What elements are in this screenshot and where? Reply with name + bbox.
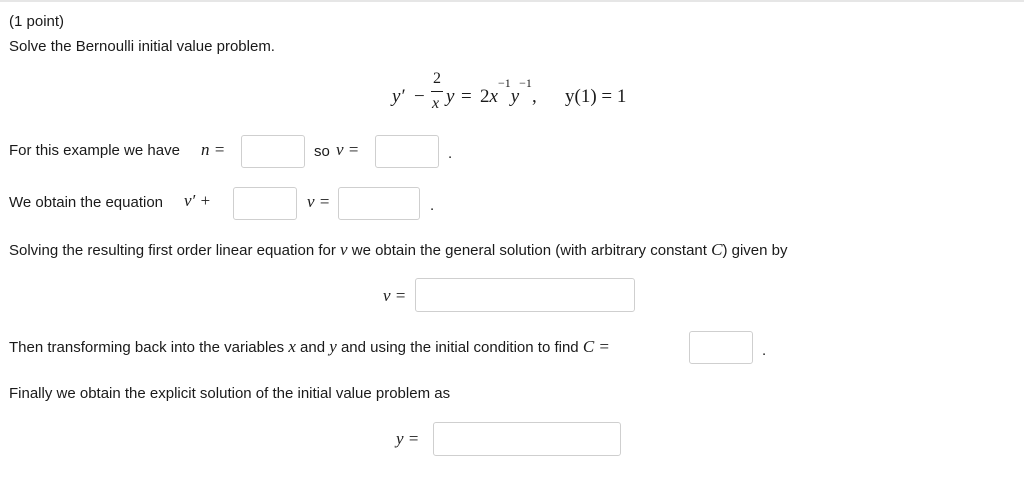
eq-exp1: −1: [497, 75, 511, 90]
eq-y: y: [446, 86, 455, 107]
explicit-solution-input[interactable]: [433, 422, 621, 456]
c-equals-symbol: C =: [582, 337, 610, 356]
eq-x: x: [489, 86, 498, 107]
transform-text-2: and using the initial condition to find: [340, 339, 579, 356]
general-c-symbol: C: [711, 240, 723, 259]
so-text: so: [314, 143, 330, 160]
final-text: Finally we obtain the explicit solution …: [9, 385, 451, 402]
initial-condition: y(1) = 1: [565, 86, 627, 107]
eq-comma: ,: [531, 86, 537, 107]
final-y-equals: y =: [396, 429, 420, 448]
problem-instruction: Solve the Bernoulli initial value proble…: [9, 38, 275, 55]
general-text-1: Solving the resulting first order linear…: [9, 242, 336, 259]
transform-text-1: Then transforming back into the variable…: [9, 339, 285, 356]
general-text-2: we obtain the general solution (with arb…: [351, 242, 707, 259]
eq-line-period: .: [430, 197, 435, 214]
eq-equals: =: [461, 86, 472, 107]
v-equals-symbol: v =: [307, 192, 331, 211]
n-line-prefix: For this example we have: [9, 142, 180, 159]
c-value-input[interactable]: [689, 331, 753, 364]
transform-x-symbol: x: [288, 337, 296, 356]
eq-denominator: x: [432, 95, 440, 112]
n-line-period: .: [448, 145, 453, 162]
transform-y-symbol: y: [329, 337, 337, 356]
eq-minus: −: [414, 86, 425, 107]
coefficient-input[interactable]: [233, 187, 297, 220]
point-value: (1 point): [9, 13, 65, 30]
eq-fraction-bar: [431, 91, 443, 92]
eq-exp2: −1: [519, 75, 532, 90]
general-solution-input[interactable]: [415, 278, 635, 312]
general-v-equals: v =: [383, 286, 407, 305]
eq-line-prefix: We obtain the equation: [9, 194, 164, 211]
general-v-symbol: v: [340, 240, 348, 259]
transform-text: Then transforming back into the variable…: [9, 338, 610, 357]
eq-rhs-coef: 2: [480, 86, 490, 107]
eq-rhs: 2x−1y−1,: [480, 77, 537, 108]
n-input[interactable]: [241, 135, 305, 168]
top-border: [0, 0, 1024, 2]
eq-numerator: 2: [433, 70, 441, 87]
v-substitution-input[interactable]: [375, 135, 439, 168]
transform-period: .: [762, 342, 767, 359]
n-symbol: n =: [201, 140, 226, 159]
eq-y2: y: [510, 86, 520, 107]
transform-and: and: [300, 339, 326, 356]
bernoulli-equation: y′ − 2 x y = 2x−1y−1, y(1) = 1: [392, 68, 652, 118]
v-prime-symbol: v′ +: [184, 191, 211, 210]
general-text-3: ) given by: [722, 242, 788, 259]
v-symbol: v =: [336, 140, 360, 159]
general-solution-text: Solving the resulting first order linear…: [9, 241, 788, 260]
eq-y-prime: y′: [392, 86, 405, 107]
linear-rhs-input[interactable]: [338, 187, 420, 220]
